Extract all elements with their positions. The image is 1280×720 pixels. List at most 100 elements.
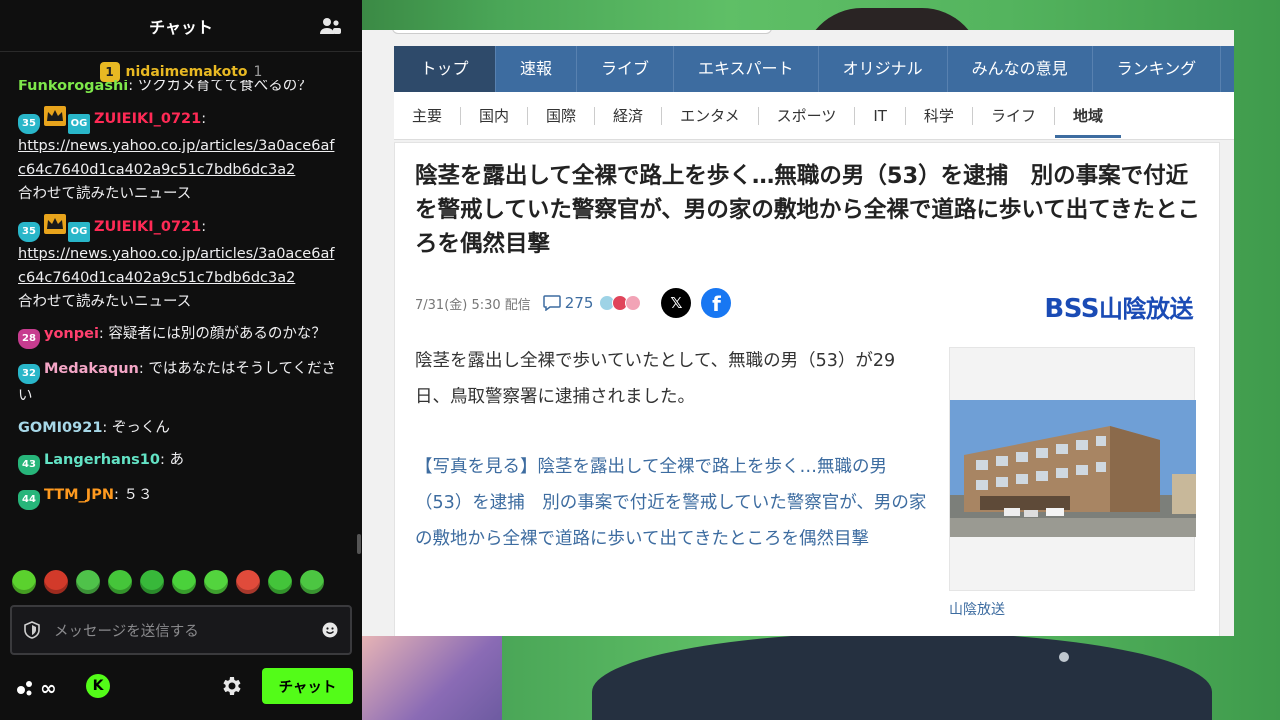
chat-text: ５３ [123,487,153,503]
points-dots-icon [17,681,32,696]
chat-username[interactable]: Langerhans10 [44,452,160,468]
chat-text: ぞっくん [111,420,170,436]
category-tab[interactable]: エンタメ [662,106,759,125]
chat-messages[interactable]: Funkorogashi: ツクガメ育てて食べるの？ 35 OG ZUIEIKI_07… [0,80,356,552]
gear-icon[interactable] [220,674,244,698]
viewer-rank-badge: 1 [99,62,120,82]
level-badge: 43 [18,455,40,475]
article-body-continued [415,627,935,636]
news-browser-window: トップ 速報 ライブ エキスパート オリジナル みんなの意見 ランキング 主要 国内 国際 経済エ… [362,30,1234,636]
og-badge: OG [68,222,90,242]
chat-text: あ [169,452,184,468]
chat-text: 合わせて読みたいニュース [18,186,192,202]
chat-text: ツクガメ育てて食べるの？ [137,80,312,94]
chat-footer: ∞ K チャット [0,664,362,708]
chat-link[interactable]: https://news.yahoo.co.jp/articles/3a0ace… [18,138,334,178]
chat-username[interactable]: TTM_JPN [44,487,114,503]
chat-message: 44 TTM_JPN: ５３ [18,483,338,510]
top-nav-tab[interactable]: ライブ [577,46,675,92]
category-tab[interactable]: 科学 [906,106,973,125]
source-logo-name: 山陰放送 [1099,295,1194,323]
category-tab[interactable]: 国内 [461,106,529,125]
top-nav-tab[interactable]: みんなの意見 [948,46,1093,92]
category-tab[interactable]: 地域 [1054,107,1121,138]
chat-username[interactable]: Medakaqun [44,361,139,377]
streamer-body [592,632,1212,720]
comment-icon [543,295,561,311]
emoji-icon[interactable] [322,622,338,638]
category-tab[interactable]: ライフ [973,106,1055,125]
chat-message: 32 Medakaqun: ではあなたはそうしてください [18,357,338,408]
viewer-name[interactable]: nidaimemakoto [126,64,248,80]
smile-emote-icon[interactable] [172,570,196,594]
og-badge: OG [68,114,90,134]
chat-message: Funkorogashi: ツクガメ育てて食べるの？ [18,80,338,98]
category-tab[interactable]: 主要 [394,106,462,125]
comment-count: 275 [564,294,594,312]
top-nav-tab[interactable]: ランキング [1093,46,1222,92]
police-station-photo [950,400,1196,537]
shirt-button [1059,652,1069,662]
love-emote-icon[interactable] [300,570,324,594]
comments-link[interactable]: 275 [543,294,594,312]
angel-emote-icon[interactable] [12,570,36,594]
photo-link[interactable]: 【写真を見る】陰茎を露出して全裸で路上を歩く…無職の男（53）を逮捕 別の事案で… [415,449,935,557]
emote-bar [12,570,324,594]
chat-link[interactable]: https://news.yahoo.co.jp/articles/3a0ace… [18,246,334,286]
chat-username[interactable]: GOMI0921 [18,420,102,436]
kick-logo-icon[interactable]: K [86,674,110,698]
chat-message: 35 OG ZUIEIKI_0721: https://news.yahoo.co.… [18,106,338,206]
photo-caption[interactable]: 山陰放送 [949,599,1005,619]
x-share-icon[interactable]: 𝕏 [661,288,692,318]
facebook-share-icon[interactable]: f [701,288,732,318]
chat-title: チャット [149,17,213,37]
separator: : [201,219,207,235]
chat-input[interactable]: メッセージを送信する [10,605,352,655]
photo-frame[interactable] [949,347,1196,591]
send-chat-button[interactable]: チャット [262,668,353,704]
category-tab[interactable]: IT [855,106,906,125]
top-nav-tab[interactable]: 速報 [496,46,578,92]
eyes-emote-icon[interactable] [76,570,100,594]
top-nav-tab[interactable]: オリジナル [819,46,948,92]
top-navigation: トップ 速報 ライブ エキスパート オリジナル みんなの意見 ランキング [394,46,1234,92]
category-navigation: 主要 国内 国際 経済 エンタメ スポーツ IT 科学 ライフ 地域 [394,92,1234,140]
article: 陰茎を露出して全裸で路上を歩く…無職の男（53）を逮捕 別の事案で付近を警戒して… [394,142,1220,636]
top-nav-tab[interactable]: エキスパート [674,46,819,92]
chat-scrollbar[interactable] [357,534,361,554]
source-logo-bss: BSS [1044,294,1099,324]
chat-username[interactable]: Funkorogashi [18,80,128,94]
chat-header: チャット [0,0,362,52]
crown-icon [44,106,66,126]
chat-text: 合わせて読みたいニュース [18,294,192,310]
address-bar[interactable] [392,30,772,34]
channel-points-button[interactable]: ∞ [16,676,57,700]
chat-username[interactable]: yonpei [44,326,99,342]
top-nav-tab[interactable]: トップ [394,46,496,92]
cushion [362,634,502,720]
chat-message: 43 Langerhans10: あ [18,448,338,475]
users-icon[interactable] [318,14,342,38]
level-badge: 35 [18,114,40,134]
wave-emote-icon[interactable] [204,570,228,594]
level-badge: 35 [18,222,40,242]
category-tab[interactable]: 経済 [595,106,663,125]
separator: : [128,80,138,94]
chat-input-placeholder[interactable]: メッセージを送信する [54,620,322,641]
separator: : [98,326,109,342]
level-badge: 28 [18,329,40,349]
source-logo[interactable]: BSS山陰放送 [1044,289,1193,324]
chat-username[interactable]: ZUIEIKI_0721 [94,111,201,127]
grin-emote-icon[interactable] [108,570,132,594]
hat-emote-icon[interactable] [236,570,260,594]
angry-emote-icon[interactable] [44,570,68,594]
chat-username[interactable]: ZUIEIKI_0721 [94,219,201,235]
headphones-emote-icon[interactable] [140,570,164,594]
reaction-icons[interactable] [599,295,642,311]
separator: : [102,420,112,436]
category-tab[interactable]: スポーツ [759,106,856,125]
category-tab[interactable]: 国際 [528,106,596,125]
cry-emote-icon[interactable] [268,570,292,594]
article-body: 陰茎を露出し全裸で歩いていたとして、無職の男（53）が29日、鳥取警察署に逮捕さ… [415,351,896,407]
chat-text: 容疑者には別の顔があるのかな？ [108,326,326,342]
